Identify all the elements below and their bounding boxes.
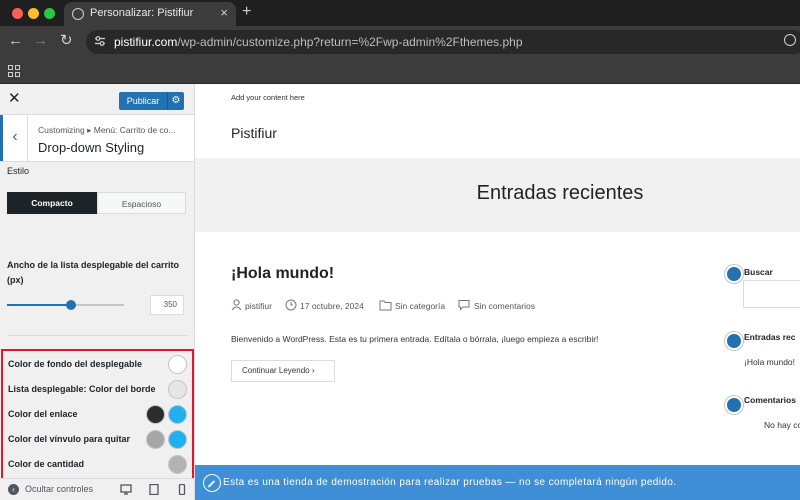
- tab-close-icon[interactable]: ×: [220, 6, 228, 20]
- color-setting-label: Color del vínvulo para quitar: [8, 434, 131, 444]
- color-setting-label: Color del enlace: [8, 409, 78, 419]
- browser-tab-bar: Personalizar: Pistifiur × +: [0, 0, 800, 26]
- globe-icon: [72, 8, 84, 20]
- edit-pencil-icon[interactable]: [725, 265, 743, 283]
- search-input[interactable]: [743, 280, 800, 308]
- clock-icon: [285, 299, 297, 311]
- page-hero: Entradas recientes: [195, 158, 800, 232]
- customizer-footer: ‹ Ocultar controles: [0, 478, 194, 500]
- browser-tab[interactable]: Personalizar: Pistifiur ×: [64, 2, 236, 26]
- customizer-sidebar: ✕ Publicar ⚙ ‹ Customizing ▸ Menú: Carri…: [0, 84, 195, 500]
- post-author[interactable]: pistifiur: [245, 301, 272, 311]
- url-path: /wp-admin/customize.php?return=%2Fwp-adm…: [177, 35, 523, 49]
- breadcrumb: Customizing ▸ Menú: Carrito de co...: [38, 125, 176, 135]
- top-bar-text: Add your content here: [231, 93, 305, 102]
- page-title: Entradas recientes: [476, 182, 644, 204]
- site-preview: Add your content here Pistifiur Entradas…: [195, 84, 800, 500]
- widget-title-search: Buscar: [744, 267, 773, 277]
- address-bar[interactable]: pistifiur.com/wp-admin/customize.php?ret…: [86, 30, 800, 54]
- chevron-right-icon: ›: [311, 366, 315, 375]
- edit-pencil-icon[interactable]: [725, 332, 743, 350]
- divider: [7, 335, 187, 336]
- width-number-input[interactable]: 350: [150, 295, 184, 315]
- reload-icon[interactable]: ↻: [60, 33, 73, 49]
- color-setting-row: Color del enlace: [8, 405, 192, 425]
- dropdown-width-label: Ancho de la lista desplegable del carrit…: [7, 260, 180, 285]
- section-header: ‹ Customizing ▸ Menú: Carrito de co... D…: [0, 115, 194, 162]
- widget-title-recent: Entradas rec: [744, 332, 796, 342]
- widget-title-comments: Comentarios: [744, 395, 796, 405]
- color-setting-label: Color de cantidad: [8, 459, 85, 469]
- post-date[interactable]: 17 octubre, 2024: [300, 301, 364, 311]
- recent-post-link[interactable]: ¡Hola mundo!: [744, 357, 795, 367]
- author-icon: [231, 299, 242, 311]
- url-host: pistifiur.com: [114, 35, 178, 49]
- width-slider-handle[interactable]: [66, 300, 77, 310]
- color-swatch-button[interactable]: [146, 405, 165, 424]
- color-swatch-button[interactable]: [146, 430, 165, 449]
- customizer-header: ✕ Publicar ⚙: [0, 84, 194, 115]
- color-setting-row: Color de fondo del desplegable: [8, 355, 192, 375]
- style-option-compacto[interactable]: Compacto: [7, 192, 97, 214]
- publish-button[interactable]: Publicar: [119, 92, 167, 110]
- color-settings-group: Color de fondo del desplegable Lista desp…: [1, 349, 194, 480]
- extension-icon[interactable]: [784, 34, 796, 46]
- demo-notice-text: Esta es una tienda de demostración para …: [223, 477, 677, 488]
- post-category[interactable]: Sin categoría: [395, 301, 445, 311]
- style-option-espacioso[interactable]: Espacioso: [97, 192, 186, 214]
- tablet-preview-icon[interactable]: [148, 484, 160, 495]
- edit-pencil-icon[interactable]: [725, 396, 743, 414]
- width-slider-fill: [7, 304, 72, 306]
- url-text: pistifiur.com/wp-admin/customize.php?ret…: [114, 35, 523, 49]
- color-setting-label: Lista desplegable: Color del borde: [8, 384, 156, 394]
- color-swatch-button[interactable]: [168, 455, 187, 474]
- apps-grid-icon[interactable]: [8, 65, 20, 77]
- read-more-button[interactable]: Continuar Leyendo ›: [231, 360, 335, 382]
- color-setting-row: Color del vínvulo para quitar: [8, 430, 192, 450]
- window-close-button[interactable]: [12, 8, 23, 19]
- bookmarks-bar: [0, 58, 800, 84]
- post-excerpt: Bienvenido a WordPress. Esta es tu prime…: [231, 334, 599, 344]
- color-swatch-button[interactable]: [168, 355, 187, 374]
- comment-icon: [458, 300, 470, 311]
- close-icon[interactable]: ✕: [8, 91, 21, 107]
- window-minimize-button[interactable]: [28, 8, 39, 19]
- mobile-preview-icon[interactable]: [176, 484, 188, 495]
- site-settings-icon[interactable]: [94, 35, 106, 47]
- section-title: Drop-down Styling: [38, 140, 145, 155]
- folder-icon: [379, 300, 392, 311]
- desktop-preview-icon[interactable]: [120, 484, 132, 495]
- back-arrow-icon[interactable]: ←: [8, 33, 23, 49]
- color-swatch-button[interactable]: [168, 430, 187, 449]
- read-more-label: Continuar Leyendo: [242, 366, 310, 375]
- no-comments-text: No hay co: [764, 420, 800, 430]
- edit-pencil-icon[interactable]: [203, 474, 221, 492]
- color-setting-row: Lista desplegable: Color del borde: [8, 380, 192, 400]
- browser-toolbar: ← → ↻ pistifiur.com/wp-admin/customize.p…: [0, 26, 800, 58]
- post-title[interactable]: ¡Hola mundo!: [231, 265, 334, 283]
- color-swatch-button[interactable]: [168, 380, 187, 399]
- tab-title: Personalizar: Pistifiur: [90, 7, 194, 19]
- style-label: Estilo: [7, 166, 30, 176]
- back-chevron-icon[interactable]: ‹: [0, 115, 28, 161]
- post-comments[interactable]: Sin comentarios: [474, 301, 535, 311]
- color-setting-row: Color de cantidad: [8, 455, 192, 475]
- hide-controls-button[interactable]: Ocultar controles: [25, 484, 93, 494]
- color-setting-label: Color de fondo del desplegable: [8, 359, 143, 369]
- new-tab-icon[interactable]: +: [242, 3, 251, 21]
- demo-store-notice: Esta es una tienda de demostración para …: [195, 465, 800, 500]
- site-title[interactable]: Pistifiur: [231, 125, 277, 141]
- publish-settings-gear-icon[interactable]: ⚙: [167, 92, 184, 110]
- color-swatch-button[interactable]: [168, 405, 187, 424]
- window-zoom-button[interactable]: [44, 8, 55, 19]
- hide-controls-icon[interactable]: ‹: [8, 484, 19, 495]
- forward-arrow-icon[interactable]: →: [33, 33, 48, 49]
